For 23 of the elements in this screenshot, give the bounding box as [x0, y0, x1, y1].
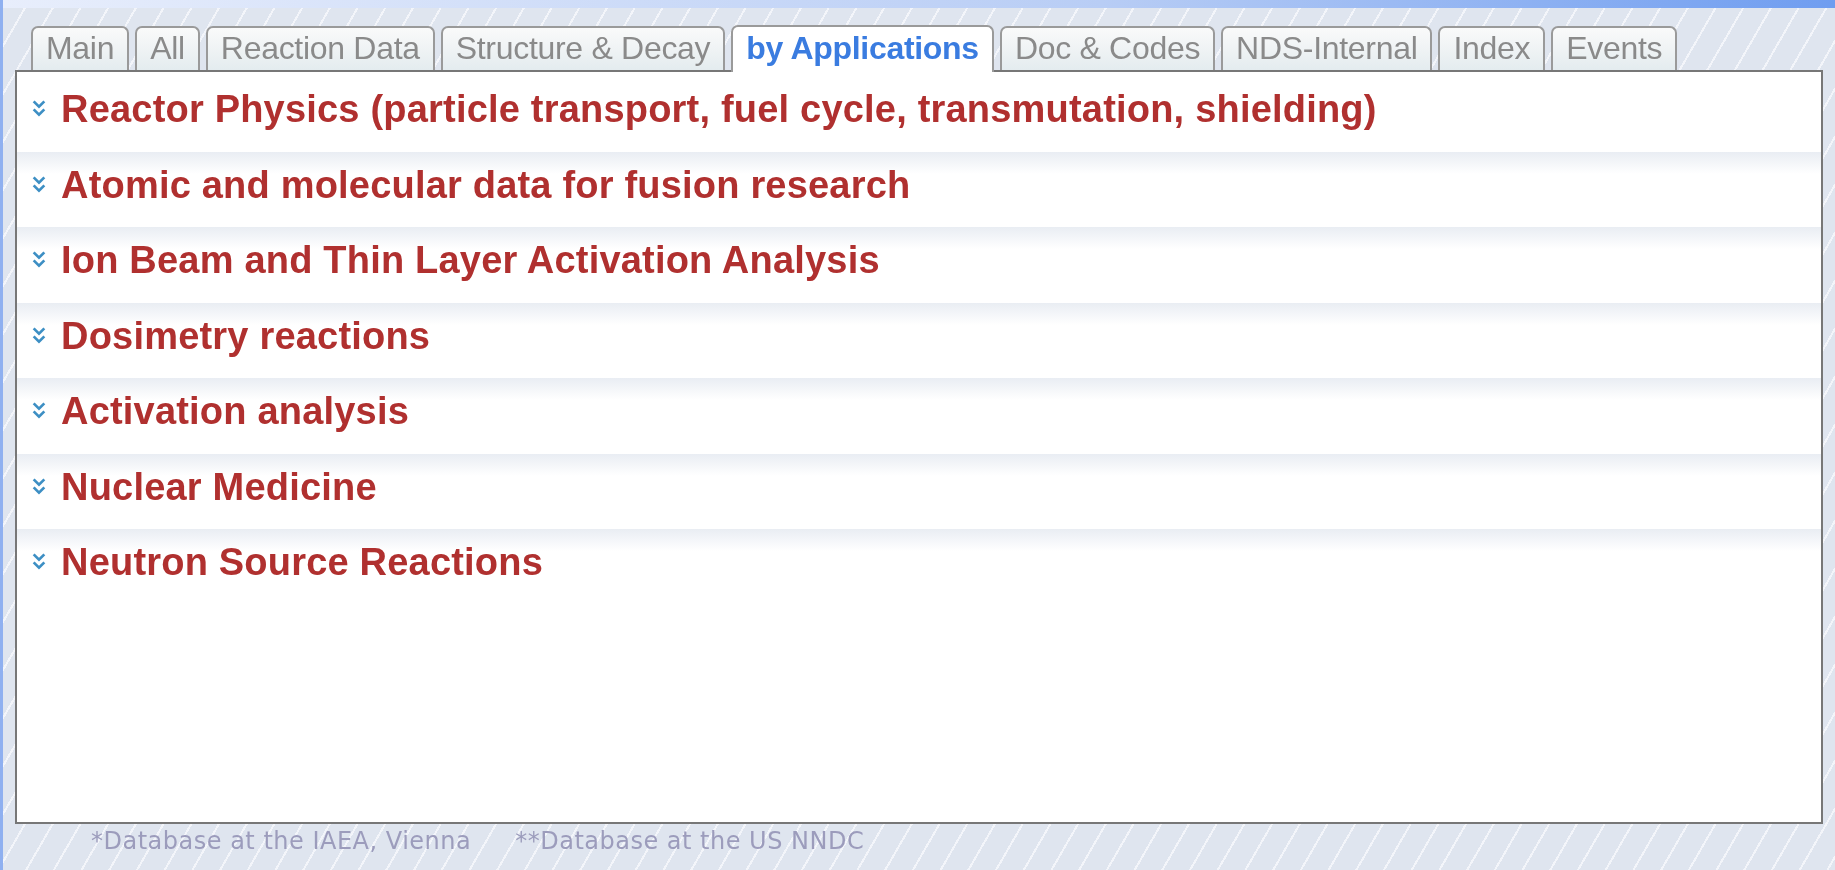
- tab[interactable]: by Applications: [731, 25, 994, 72]
- tab[interactable]: Reaction Data: [205, 26, 435, 70]
- tab[interactable]: Doc & Codes: [999, 26, 1216, 70]
- footnote: *Database at the IAEA, Vienna: [91, 827, 472, 855]
- section-link[interactable]: Neutron Source Reactions: [61, 541, 543, 584]
- tab[interactable]: Index: [1438, 26, 1546, 70]
- double-chevron-icon: [31, 475, 47, 496]
- section-link[interactable]: Activation analysis: [61, 390, 410, 433]
- section-link[interactable]: Dosimetry reactions: [61, 314, 431, 358]
- double-chevron-icon: [31, 324, 47, 345]
- double-chevron-icon: [31, 98, 47, 118]
- tab[interactable]: Main: [31, 26, 130, 70]
- footnote: **Database at the US NNDC: [515, 827, 865, 855]
- double-chevron-icon: [31, 400, 47, 420]
- tab[interactable]: NDS-Internal: [1221, 26, 1433, 70]
- tab[interactable]: All: [135, 26, 200, 70]
- tab[interactable]: Events: [1551, 26, 1678, 70]
- double-chevron-icon: [31, 249, 47, 269]
- tab[interactable]: Structure & Decay: [440, 26, 726, 70]
- double-chevron-icon: [31, 551, 47, 571]
- section-link[interactable]: Reactor Physics (particle transport, fuel cycle, transmutation, shielding): [61, 88, 1377, 131]
- double-chevron-icon: [31, 173, 47, 194]
- section-link[interactable]: Nuclear Medicine: [61, 465, 377, 509]
